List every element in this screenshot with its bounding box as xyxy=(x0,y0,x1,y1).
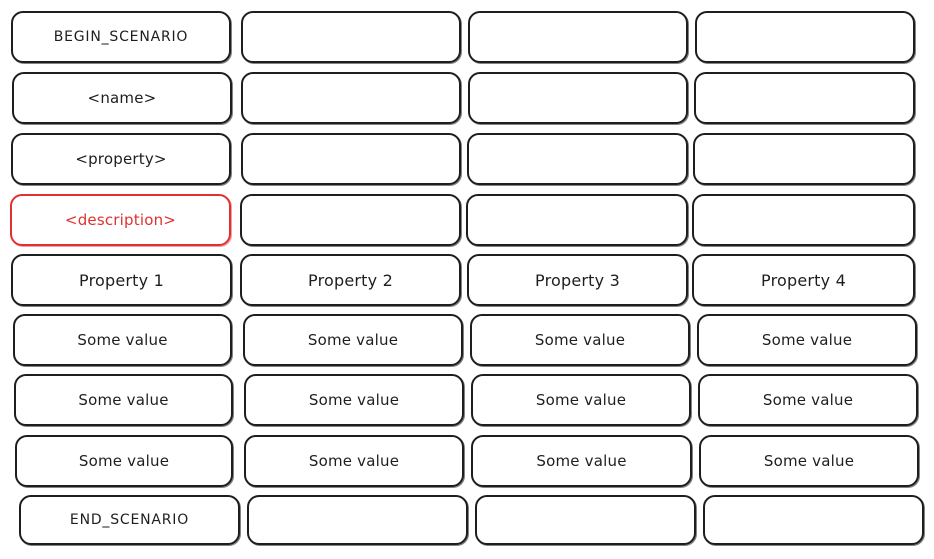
cell-value-1-col-3: Some value xyxy=(470,314,690,366)
cell-header-col-3: Property 3 xyxy=(467,254,688,306)
cell-label: Some value xyxy=(77,331,168,349)
cell-value-1-col-2: Some value xyxy=(243,314,463,366)
cell-description-col-2 xyxy=(240,194,461,246)
cell-begin-scenario-col-4 xyxy=(695,11,915,63)
cell-value-2-col-2: Some value xyxy=(244,374,464,426)
cell-name-col-1: <name> xyxy=(12,72,232,124)
cell-description-col-4 xyxy=(692,194,915,246)
cell-value-3-col-3: Some value xyxy=(471,435,692,487)
cell-value-1-col-4: Some value xyxy=(697,314,917,366)
cell-label: Some value xyxy=(78,452,170,470)
cell-label: Some value xyxy=(763,452,855,470)
cell-value-1-col-1: Some value xyxy=(13,314,232,366)
cell-label: BEGIN_SCENARIO xyxy=(53,29,189,45)
cell-label: Some value xyxy=(535,391,627,409)
cell-label: Property 4 xyxy=(761,270,846,290)
cell-end-scenario-col-3 xyxy=(475,495,696,545)
cell-label: Some value xyxy=(307,331,399,349)
cell-label: <description> xyxy=(64,211,177,229)
cell-label: END_SCENARIO xyxy=(69,512,190,528)
cell-label: <name> xyxy=(87,89,157,107)
cell-label: Some value xyxy=(308,391,400,409)
cell-value-3-col-2: Some value xyxy=(244,435,464,487)
cell-description-col-3 xyxy=(466,194,688,246)
cell-name-col-4 xyxy=(694,72,915,124)
cell-value-2-col-4: Some value xyxy=(698,374,918,426)
cell-label: Property 3 xyxy=(535,270,620,290)
cell-label: Some value xyxy=(762,391,854,409)
cell-label: Property 1 xyxy=(79,270,164,290)
cell-name-col-3 xyxy=(468,72,688,124)
cell-label: Some value xyxy=(536,452,627,470)
cell-label: Property 2 xyxy=(308,270,393,290)
cell-label: Some value xyxy=(534,331,626,349)
cell-value-2-col-3: Some value xyxy=(471,374,691,426)
cell-value-3-col-1: Some value xyxy=(15,435,233,487)
cell-header-col-1: Property 1 xyxy=(11,254,232,306)
cell-description-col-1: <description> xyxy=(10,194,231,246)
cell-property-col-3 xyxy=(467,133,688,185)
cell-value-2-col-1: Some value xyxy=(14,374,233,426)
cell-property-col-4 xyxy=(693,133,915,185)
cell-header-col-2: Property 2 xyxy=(240,254,461,306)
cell-label: Some value xyxy=(78,391,169,409)
cell-begin-scenario-col-2 xyxy=(241,11,461,63)
cell-label: <property> xyxy=(75,150,167,168)
cell-name-col-2 xyxy=(241,72,461,124)
cell-property-col-1: <property> xyxy=(11,133,231,185)
cell-value-3-col-4: Some value xyxy=(699,435,919,487)
cell-property-col-2 xyxy=(241,133,461,185)
cell-label: Some value xyxy=(308,452,400,470)
cell-end-scenario-col-2 xyxy=(247,495,468,545)
cell-label: Some value xyxy=(761,331,853,349)
scenario-table-canvas: BEGIN_SCENARIO <name> <property> <descripti… xyxy=(0,0,934,559)
cell-begin-scenario-col-1: BEGIN_SCENARIO xyxy=(11,11,231,63)
cell-begin-scenario-col-3 xyxy=(468,11,688,63)
cell-end-scenario-col-1: END_SCENARIO xyxy=(19,495,240,545)
cell-header-col-4: Property 4 xyxy=(692,254,915,306)
cell-end-scenario-col-4 xyxy=(703,495,924,545)
